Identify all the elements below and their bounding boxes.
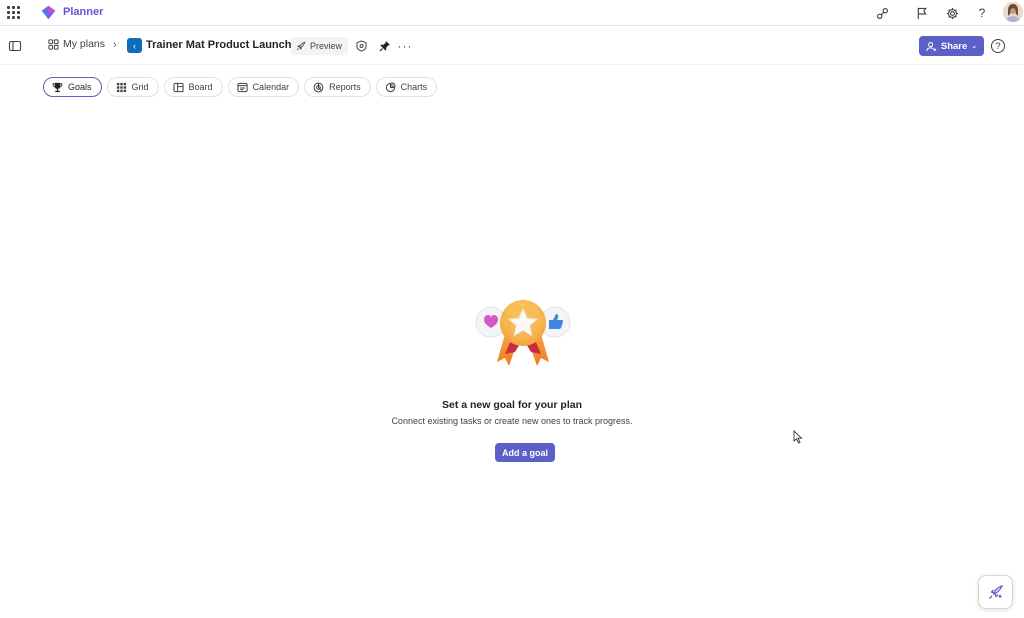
tab-goals[interactable]: Goals	[43, 77, 102, 97]
preview-label: Preview	[310, 41, 343, 51]
share-person-icon	[926, 41, 936, 51]
breadcrumb-chevron-icon: ›	[113, 39, 117, 51]
grid-icon	[116, 82, 126, 92]
empty-state-title: Set a new goal for your plan	[441, 399, 583, 411]
mouse-pointer-icon	[793, 430, 803, 444]
tab-grid-label: Grid	[131, 82, 149, 92]
plan-title[interactable]: Trainer Mat Product Launch	[146, 39, 291, 51]
help-icon[interactable]: ?	[973, 4, 991, 22]
tab-charts-label: Charts	[400, 82, 428, 92]
share-button[interactable]: Share ⌄	[919, 36, 984, 56]
rocket-icon	[296, 41, 306, 51]
plan-header: My plans › ‹ Trainer Mat Product Launch …	[0, 27, 1024, 65]
connections-icon[interactable]	[873, 4, 891, 22]
board-icon	[172, 82, 184, 92]
pin-icon[interactable]	[377, 38, 393, 54]
plan-icon: ‹	[127, 38, 142, 53]
shield-icon[interactable]	[353, 38, 369, 54]
tab-calendar-label: Calendar	[252, 82, 290, 92]
tab-charts[interactable]: Charts	[375, 77, 438, 97]
user-avatar[interactable]	[1003, 2, 1023, 22]
settings-gear-icon[interactable]	[943, 4, 961, 22]
goal-medal-illustration	[475, 300, 571, 366]
calendar-icon	[236, 82, 248, 92]
my-plans-label: My plans	[63, 38, 106, 50]
view-tabs: Goals Grid Board Calendar Reports Charts	[43, 77, 438, 97]
copilot-sparkle-icon	[988, 584, 1003, 599]
charts-icon	[385, 81, 396, 92]
chevron-down-icon: ⌄	[971, 43, 978, 50]
tab-board-label: Board	[188, 82, 213, 92]
tab-grid[interactable]: Grid	[106, 77, 159, 97]
copilot-button[interactable]	[978, 575, 1013, 609]
tab-reports[interactable]: Reports	[304, 77, 371, 97]
side-panel-toggle-icon[interactable]	[8, 39, 22, 53]
trophy-icon	[52, 82, 63, 92]
my-plans-icon	[48, 38, 59, 50]
reports-icon	[313, 82, 324, 92]
app-name[interactable]: Planner	[63, 6, 103, 18]
tab-board[interactable]: Board	[163, 77, 223, 97]
my-plans-link[interactable]: My plans	[48, 38, 105, 50]
plan-help-icon[interactable]: ?	[991, 39, 1005, 53]
preview-button[interactable]: Preview	[291, 37, 349, 55]
tab-goals-label: Goals	[68, 82, 92, 92]
more-options-icon[interactable]: ···	[397, 38, 413, 54]
tab-reports-label: Reports	[329, 82, 361, 92]
planner-logo-icon	[41, 5, 56, 20]
add-goal-button[interactable]: Add a goal	[495, 443, 555, 462]
app-launcher-icon[interactable]	[6, 5, 20, 19]
share-label: Share	[940, 40, 968, 52]
empty-state-subtitle: Connect existing tasks or create new one…	[391, 416, 633, 426]
tab-calendar[interactable]: Calendar	[227, 77, 300, 97]
app-bar: Planner ?	[0, 0, 1024, 26]
flag-icon[interactable]	[913, 4, 931, 22]
